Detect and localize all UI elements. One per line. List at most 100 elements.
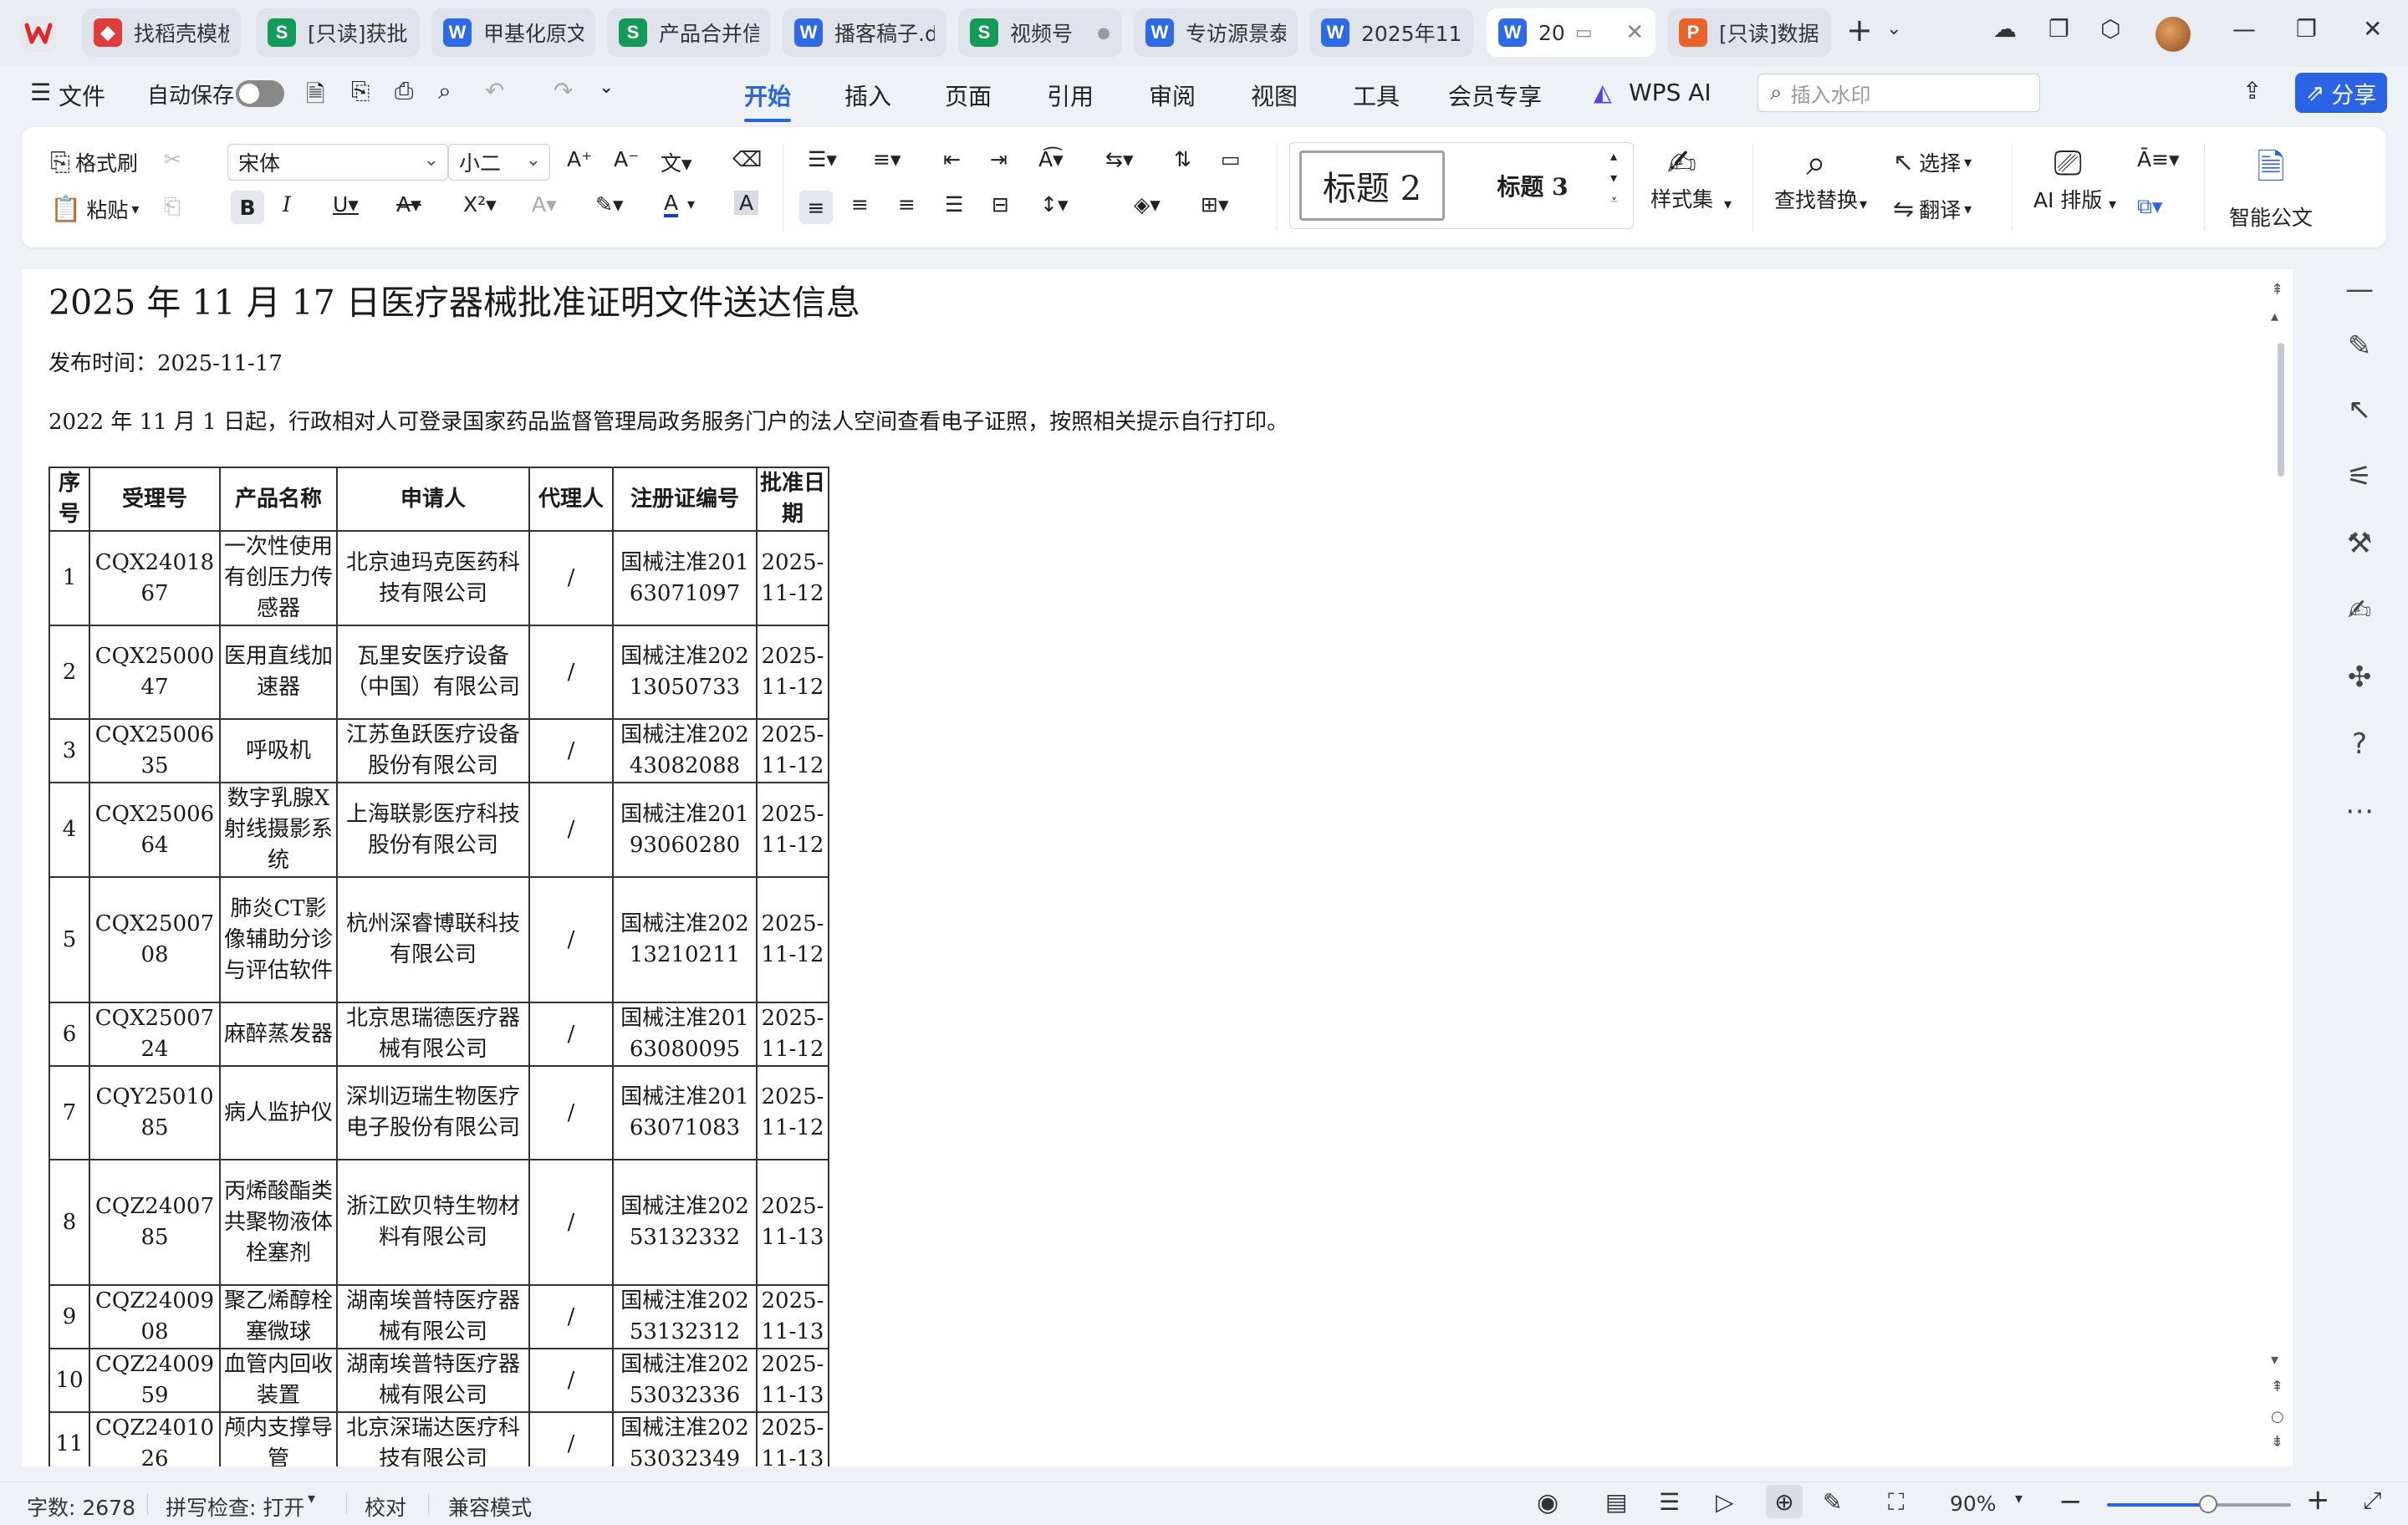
menu-hamburger-icon[interactable]: ☰ <box>30 79 51 106</box>
tab-4[interactable]: W 播客稿子.d <box>783 8 946 57</box>
eye-protection-icon[interactable]: ◉ <box>1537 1488 1559 1517</box>
tab-list-chevron-icon[interactable]: ⌄ <box>1886 18 1901 39</box>
help-icon[interactable]: ? <box>2339 724 2380 764</box>
prev-page-icon[interactable]: ⇞ <box>2271 1378 2283 1395</box>
find-replace-button[interactable]: ⌕ 查找替换 <box>1774 142 1858 214</box>
next-page-icon[interactable]: ⇟ <box>2271 1433 2283 1451</box>
tab-9[interactable]: P [只读]数据 <box>1667 8 1831 57</box>
style-heading-3[interactable]: 标题 3 <box>1463 150 1602 221</box>
numbered-list-icon[interactable]: ≡▾ <box>873 147 901 171</box>
redo-icon[interactable]: ↷ <box>554 77 573 105</box>
new-tab-icon[interactable]: + <box>1846 12 1873 48</box>
justify-button[interactable]: ☰ <box>945 192 963 217</box>
menu-tab-insert[interactable]: 插入 <box>844 79 891 112</box>
chinese-layout-icon[interactable]: A͡▾ <box>1038 147 1064 171</box>
zoom-chevron-icon[interactable]: ▾ <box>2015 1490 2023 1507</box>
fullscreen-icon[interactable]: ⤢ <box>2363 1487 2381 1515</box>
menu-file[interactable]: 文件 <box>59 79 105 112</box>
decrease-font-icon[interactable]: A⁻ <box>614 147 639 171</box>
window-layout-icon[interactable]: ❐ <box>2048 15 2069 43</box>
pen-icon[interactable]: ✎ <box>2339 326 2380 366</box>
tools-icon[interactable]: ⚒ <box>2339 523 2380 564</box>
user-avatar[interactable] <box>2155 17 2191 52</box>
select-button[interactable]: ↖ 选择 ▾ <box>1893 147 1972 177</box>
font-color-chevron-icon[interactable]: ▾ <box>687 196 695 213</box>
text-layout-icon[interactable]: Ā≡▾ <box>2137 147 2180 171</box>
cloud-sync-icon[interactable]: ☁ <box>1993 15 2017 43</box>
cut-icon[interactable]: ✂ <box>164 147 181 171</box>
watermark-search-input[interactable]: ⌕ 插入水印 <box>1758 74 2040 112</box>
paste-button[interactable]: 📋 粘贴 ▾ <box>50 194 139 224</box>
quick-access-chevron-icon[interactable]: ⌄ <box>599 77 614 98</box>
scroll-up-icon[interactable]: ▴ <box>2271 308 2278 325</box>
web-view-icon[interactable]: ⊕ <box>1766 1485 1803 1518</box>
ai-layout-button[interactable]: ⎚ AI 排版 <box>2033 142 2102 214</box>
text-effect-icon[interactable]: A▾ <box>532 192 557 217</box>
zoom-in-icon[interactable]: + <box>2306 1483 2330 1517</box>
close-tab-icon[interactable]: ✕ <box>1617 20 1644 45</box>
export-pdf-icon[interactable]: ⎘ <box>351 77 370 105</box>
menu-wps-ai[interactable]: WPS AI <box>1629 79 1712 106</box>
proofread-button[interactable]: 校对 <box>365 1492 406 1522</box>
tab-0[interactable]: ◆ 找稻壳模板 <box>82 8 241 57</box>
line-spacing-icon[interactable]: ↕▾ <box>1040 192 1069 217</box>
read-mode-icon[interactable]: ▷ <box>1716 1488 1734 1516</box>
font-color-button[interactable]: A <box>664 192 679 217</box>
show-marks-icon[interactable]: ▭ <box>1221 147 1241 171</box>
wps-logo-icon[interactable] <box>18 13 59 54</box>
underline-button[interactable]: U▾ <box>333 192 359 217</box>
outline-view-icon[interactable]: ☰ <box>1659 1488 1680 1516</box>
document-canvas[interactable]: 2025 年 11 月 17 日医疗器械批准证明文件送达信息 发布时间：2025… <box>22 269 2293 1466</box>
align-center-button[interactable]: ≡ <box>851 192 869 217</box>
chevron-down-icon[interactable]: ▾ <box>308 1490 315 1507</box>
char-shading-button[interactable]: A <box>734 191 759 215</box>
signature-icon[interactable]: ✍ <box>2339 590 2380 630</box>
align-left-button[interactable]: ≡ <box>799 191 833 224</box>
zoom-slider-track[interactable] <box>2208 1503 2291 1507</box>
save-icon[interactable]: 🗎 <box>306 77 325 117</box>
puzzle-icon[interactable]: ✣ <box>2339 657 2380 697</box>
font-name-select[interactable]: 宋体 ⌄ <box>227 144 448 181</box>
increase-indent-icon[interactable]: ⇥ <box>990 147 1008 171</box>
smart-doc-button[interactable]: 🗎 智能公文 <box>2229 142 2313 232</box>
scroll-down-icon[interactable]: ▾ <box>2271 1351 2278 1369</box>
tab-3[interactable]: S 产品合并信 <box>607 8 771 57</box>
menu-tab-page[interactable]: 页面 <box>945 79 992 112</box>
adjust-icon[interactable]: ⚟ <box>2339 456 2380 497</box>
superscript-button[interactable]: X²▾ <box>463 192 497 217</box>
cursor-tool-icon[interactable]: ↖ <box>2339 390 2380 430</box>
text-direction-icon[interactable]: ⇆▾ <box>1105 147 1134 171</box>
word-count[interactable]: 字数: 2678 <box>27 1492 135 1522</box>
close-window-icon[interactable]: ✕ <box>2363 15 2382 43</box>
print-preview-icon[interactable]: ⌕ <box>438 77 452 105</box>
strikethrough-button[interactable]: A▾ <box>396 192 421 217</box>
browse-object-icon[interactable]: ○ <box>2271 1408 2284 1426</box>
package-icon[interactable]: ⬡ <box>2100 15 2120 43</box>
clear-format-icon[interactable]: ⌫ <box>732 147 762 171</box>
paragraph-shading-icon[interactable]: ◈▾ <box>1134 192 1161 217</box>
upload-cloud-icon[interactable]: ⇪ <box>2242 77 2262 105</box>
tab-1[interactable]: S [只读]获批… <box>256 8 420 57</box>
tab-active[interactable]: W 20 ▭ ✕ <box>1487 8 1656 57</box>
style-set-button[interactable]: ✍ 样式集 <box>1650 142 1713 213</box>
zoom-level[interactable]: 90% <box>1950 1492 1997 1516</box>
zoom-out-icon[interactable]: − <box>2059 1485 2083 1518</box>
scroll-top-icon[interactable]: ⇞ <box>2271 281 2283 298</box>
shape-arrange-icon[interactable]: ⧉▾ <box>2137 194 2162 219</box>
tab-6[interactable]: W 专访源景泰 <box>1134 8 1298 57</box>
menu-tab-review[interactable]: 审阅 <box>1149 79 1196 112</box>
phonetic-guide-icon[interactable]: 文▾ <box>661 147 692 177</box>
fit-page-icon[interactable]: ⛶ <box>1888 1488 1905 1517</box>
minimize-icon[interactable]: — <box>2232 15 2256 43</box>
copy-icon[interactable]: ⎗ <box>164 194 181 219</box>
page-view-icon[interactable]: ▤ <box>1605 1488 1627 1516</box>
autosave-toggle[interactable] <box>236 80 284 107</box>
share-button[interactable]: ⇗ 分享 <box>2295 73 2387 113</box>
draw-mode-icon[interactable]: ✎ <box>1823 1488 1842 1516</box>
border-icon[interactable]: ⊞▾ <box>1201 192 1229 217</box>
bullet-list-icon[interactable]: ☰▾ <box>808 147 837 171</box>
tab-2[interactable]: W 甲基化原文 <box>431 8 595 57</box>
scrollbar-thumb[interactable] <box>2278 343 2284 477</box>
sort-icon[interactable]: ⇅ <box>1174 147 1191 171</box>
bold-button[interactable]: B <box>231 191 264 224</box>
